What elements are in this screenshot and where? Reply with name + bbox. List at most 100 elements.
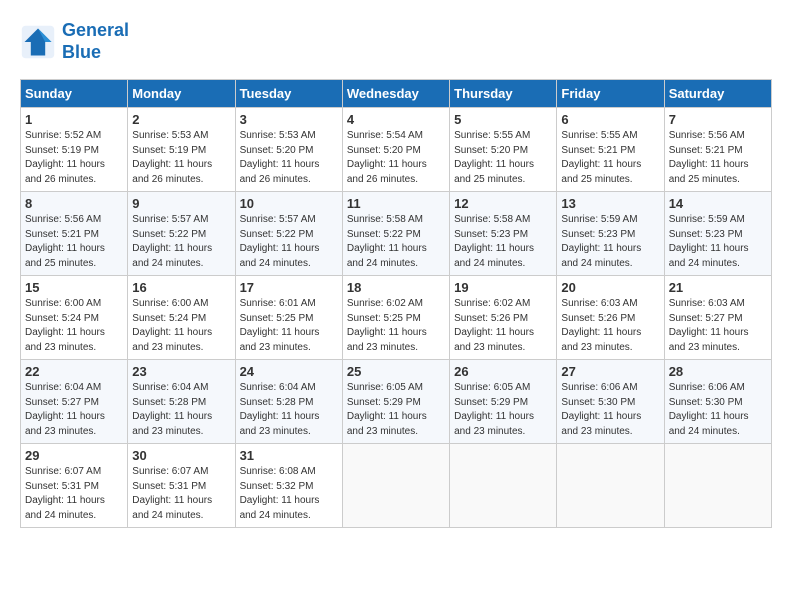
weekday-header: Wednesday (342, 80, 449, 108)
day-number: 5 (454, 112, 552, 127)
day-info: Sunrise: 6:08 AM Sunset: 5:32 PM Dayligh… (240, 465, 338, 523)
calendar-day-cell: 29 Sunrise: 6:07 AM Sunset: 5:31 PM Dayl… (21, 444, 128, 528)
day-number: 25 (347, 364, 445, 379)
day-number: 22 (25, 364, 123, 379)
day-info: Sunrise: 5:58 AM Sunset: 5:22 PM Dayligh… (347, 213, 445, 271)
calendar-day-cell: 28 Sunrise: 6:06 AM Sunset: 5:30 PM Dayl… (664, 360, 771, 444)
day-info: Sunrise: 5:56 AM Sunset: 5:21 PM Dayligh… (669, 129, 767, 187)
day-number: 24 (240, 364, 338, 379)
calendar-day-cell: 30 Sunrise: 6:07 AM Sunset: 5:31 PM Dayl… (128, 444, 235, 528)
calendar-day-cell (664, 444, 771, 528)
logo-text: General Blue (62, 20, 129, 63)
day-info: Sunrise: 5:57 AM Sunset: 5:22 PM Dayligh… (240, 213, 338, 271)
day-info: Sunrise: 5:56 AM Sunset: 5:21 PM Dayligh… (25, 213, 123, 271)
day-info: Sunrise: 5:55 AM Sunset: 5:20 PM Dayligh… (454, 129, 552, 187)
calendar-body: 1 Sunrise: 5:52 AM Sunset: 5:19 PM Dayli… (21, 108, 772, 528)
day-number: 28 (669, 364, 767, 379)
day-info: Sunrise: 6:03 AM Sunset: 5:26 PM Dayligh… (561, 297, 659, 355)
calendar-day-cell: 31 Sunrise: 6:08 AM Sunset: 5:32 PM Dayl… (235, 444, 342, 528)
day-number: 16 (132, 280, 230, 295)
day-number: 20 (561, 280, 659, 295)
day-number: 23 (132, 364, 230, 379)
day-info: Sunrise: 6:04 AM Sunset: 5:27 PM Dayligh… (25, 381, 123, 439)
day-info: Sunrise: 6:07 AM Sunset: 5:31 PM Dayligh… (132, 465, 230, 523)
calendar-day-cell: 27 Sunrise: 6:06 AM Sunset: 5:30 PM Dayl… (557, 360, 664, 444)
day-number: 1 (25, 112, 123, 127)
calendar-day-cell: 3 Sunrise: 5:53 AM Sunset: 5:20 PM Dayli… (235, 108, 342, 192)
day-number: 19 (454, 280, 552, 295)
weekday-header: Friday (557, 80, 664, 108)
weekday-header: Saturday (664, 80, 771, 108)
day-info: Sunrise: 6:06 AM Sunset: 5:30 PM Dayligh… (669, 381, 767, 439)
day-number: 8 (25, 196, 123, 211)
day-number: 31 (240, 448, 338, 463)
calendar-day-cell: 7 Sunrise: 5:56 AM Sunset: 5:21 PM Dayli… (664, 108, 771, 192)
calendar-day-cell: 22 Sunrise: 6:04 AM Sunset: 5:27 PM Dayl… (21, 360, 128, 444)
day-info: Sunrise: 6:00 AM Sunset: 5:24 PM Dayligh… (132, 297, 230, 355)
day-info: Sunrise: 5:54 AM Sunset: 5:20 PM Dayligh… (347, 129, 445, 187)
calendar-day-cell: 2 Sunrise: 5:53 AM Sunset: 5:19 PM Dayli… (128, 108, 235, 192)
day-info: Sunrise: 6:00 AM Sunset: 5:24 PM Dayligh… (25, 297, 123, 355)
day-info: Sunrise: 6:05 AM Sunset: 5:29 PM Dayligh… (347, 381, 445, 439)
weekday-header: Monday (128, 80, 235, 108)
day-info: Sunrise: 6:02 AM Sunset: 5:26 PM Dayligh… (454, 297, 552, 355)
calendar-day-cell: 17 Sunrise: 6:01 AM Sunset: 5:25 PM Dayl… (235, 276, 342, 360)
day-info: Sunrise: 5:53 AM Sunset: 5:20 PM Dayligh… (240, 129, 338, 187)
calendar-week-row: 29 Sunrise: 6:07 AM Sunset: 5:31 PM Dayl… (21, 444, 772, 528)
day-info: Sunrise: 5:52 AM Sunset: 5:19 PM Dayligh… (25, 129, 123, 187)
calendar-day-cell: 11 Sunrise: 5:58 AM Sunset: 5:22 PM Dayl… (342, 192, 449, 276)
calendar-week-row: 8 Sunrise: 5:56 AM Sunset: 5:21 PM Dayli… (21, 192, 772, 276)
logo: General Blue (20, 20, 129, 63)
day-info: Sunrise: 6:07 AM Sunset: 5:31 PM Dayligh… (25, 465, 123, 523)
calendar-week-row: 22 Sunrise: 6:04 AM Sunset: 5:27 PM Dayl… (21, 360, 772, 444)
calendar-day-cell: 18 Sunrise: 6:02 AM Sunset: 5:25 PM Dayl… (342, 276, 449, 360)
day-number: 29 (25, 448, 123, 463)
calendar-day-cell: 12 Sunrise: 5:58 AM Sunset: 5:23 PM Dayl… (450, 192, 557, 276)
day-info: Sunrise: 5:53 AM Sunset: 5:19 PM Dayligh… (132, 129, 230, 187)
weekday-header: Sunday (21, 80, 128, 108)
day-number: 17 (240, 280, 338, 295)
day-info: Sunrise: 6:05 AM Sunset: 5:29 PM Dayligh… (454, 381, 552, 439)
calendar-day-cell: 15 Sunrise: 6:00 AM Sunset: 5:24 PM Dayl… (21, 276, 128, 360)
calendar-day-cell: 4 Sunrise: 5:54 AM Sunset: 5:20 PM Dayli… (342, 108, 449, 192)
day-info: Sunrise: 6:03 AM Sunset: 5:27 PM Dayligh… (669, 297, 767, 355)
day-number: 14 (669, 196, 767, 211)
calendar-day-cell: 8 Sunrise: 5:56 AM Sunset: 5:21 PM Dayli… (21, 192, 128, 276)
calendar-day-cell: 10 Sunrise: 5:57 AM Sunset: 5:22 PM Dayl… (235, 192, 342, 276)
calendar-day-cell (557, 444, 664, 528)
logo-icon (20, 24, 56, 60)
day-number: 26 (454, 364, 552, 379)
day-info: Sunrise: 6:04 AM Sunset: 5:28 PM Dayligh… (132, 381, 230, 439)
page-header: General Blue (20, 20, 772, 63)
calendar-week-row: 1 Sunrise: 5:52 AM Sunset: 5:19 PM Dayli… (21, 108, 772, 192)
day-number: 12 (454, 196, 552, 211)
day-number: 6 (561, 112, 659, 127)
calendar-day-cell: 20 Sunrise: 6:03 AM Sunset: 5:26 PM Dayl… (557, 276, 664, 360)
day-number: 4 (347, 112, 445, 127)
day-number: 13 (561, 196, 659, 211)
calendar-week-row: 15 Sunrise: 6:00 AM Sunset: 5:24 PM Dayl… (21, 276, 772, 360)
calendar-day-cell: 21 Sunrise: 6:03 AM Sunset: 5:27 PM Dayl… (664, 276, 771, 360)
day-info: Sunrise: 5:58 AM Sunset: 5:23 PM Dayligh… (454, 213, 552, 271)
day-number: 9 (132, 196, 230, 211)
day-number: 10 (240, 196, 338, 211)
day-info: Sunrise: 5:59 AM Sunset: 5:23 PM Dayligh… (669, 213, 767, 271)
calendar-day-cell: 6 Sunrise: 5:55 AM Sunset: 5:21 PM Dayli… (557, 108, 664, 192)
day-info: Sunrise: 5:57 AM Sunset: 5:22 PM Dayligh… (132, 213, 230, 271)
calendar-day-cell: 16 Sunrise: 6:00 AM Sunset: 5:24 PM Dayl… (128, 276, 235, 360)
calendar-day-cell: 13 Sunrise: 5:59 AM Sunset: 5:23 PM Dayl… (557, 192, 664, 276)
day-number: 3 (240, 112, 338, 127)
day-number: 21 (669, 280, 767, 295)
day-info: Sunrise: 6:06 AM Sunset: 5:30 PM Dayligh… (561, 381, 659, 439)
calendar-day-cell: 23 Sunrise: 6:04 AM Sunset: 5:28 PM Dayl… (128, 360, 235, 444)
day-info: Sunrise: 5:55 AM Sunset: 5:21 PM Dayligh… (561, 129, 659, 187)
day-number: 15 (25, 280, 123, 295)
calendar-day-cell (342, 444, 449, 528)
calendar-day-cell: 14 Sunrise: 5:59 AM Sunset: 5:23 PM Dayl… (664, 192, 771, 276)
calendar-day-cell: 25 Sunrise: 6:05 AM Sunset: 5:29 PM Dayl… (342, 360, 449, 444)
day-number: 30 (132, 448, 230, 463)
day-info: Sunrise: 5:59 AM Sunset: 5:23 PM Dayligh… (561, 213, 659, 271)
calendar-day-cell: 9 Sunrise: 5:57 AM Sunset: 5:22 PM Dayli… (128, 192, 235, 276)
calendar-day-cell: 24 Sunrise: 6:04 AM Sunset: 5:28 PM Dayl… (235, 360, 342, 444)
weekday-header: Tuesday (235, 80, 342, 108)
